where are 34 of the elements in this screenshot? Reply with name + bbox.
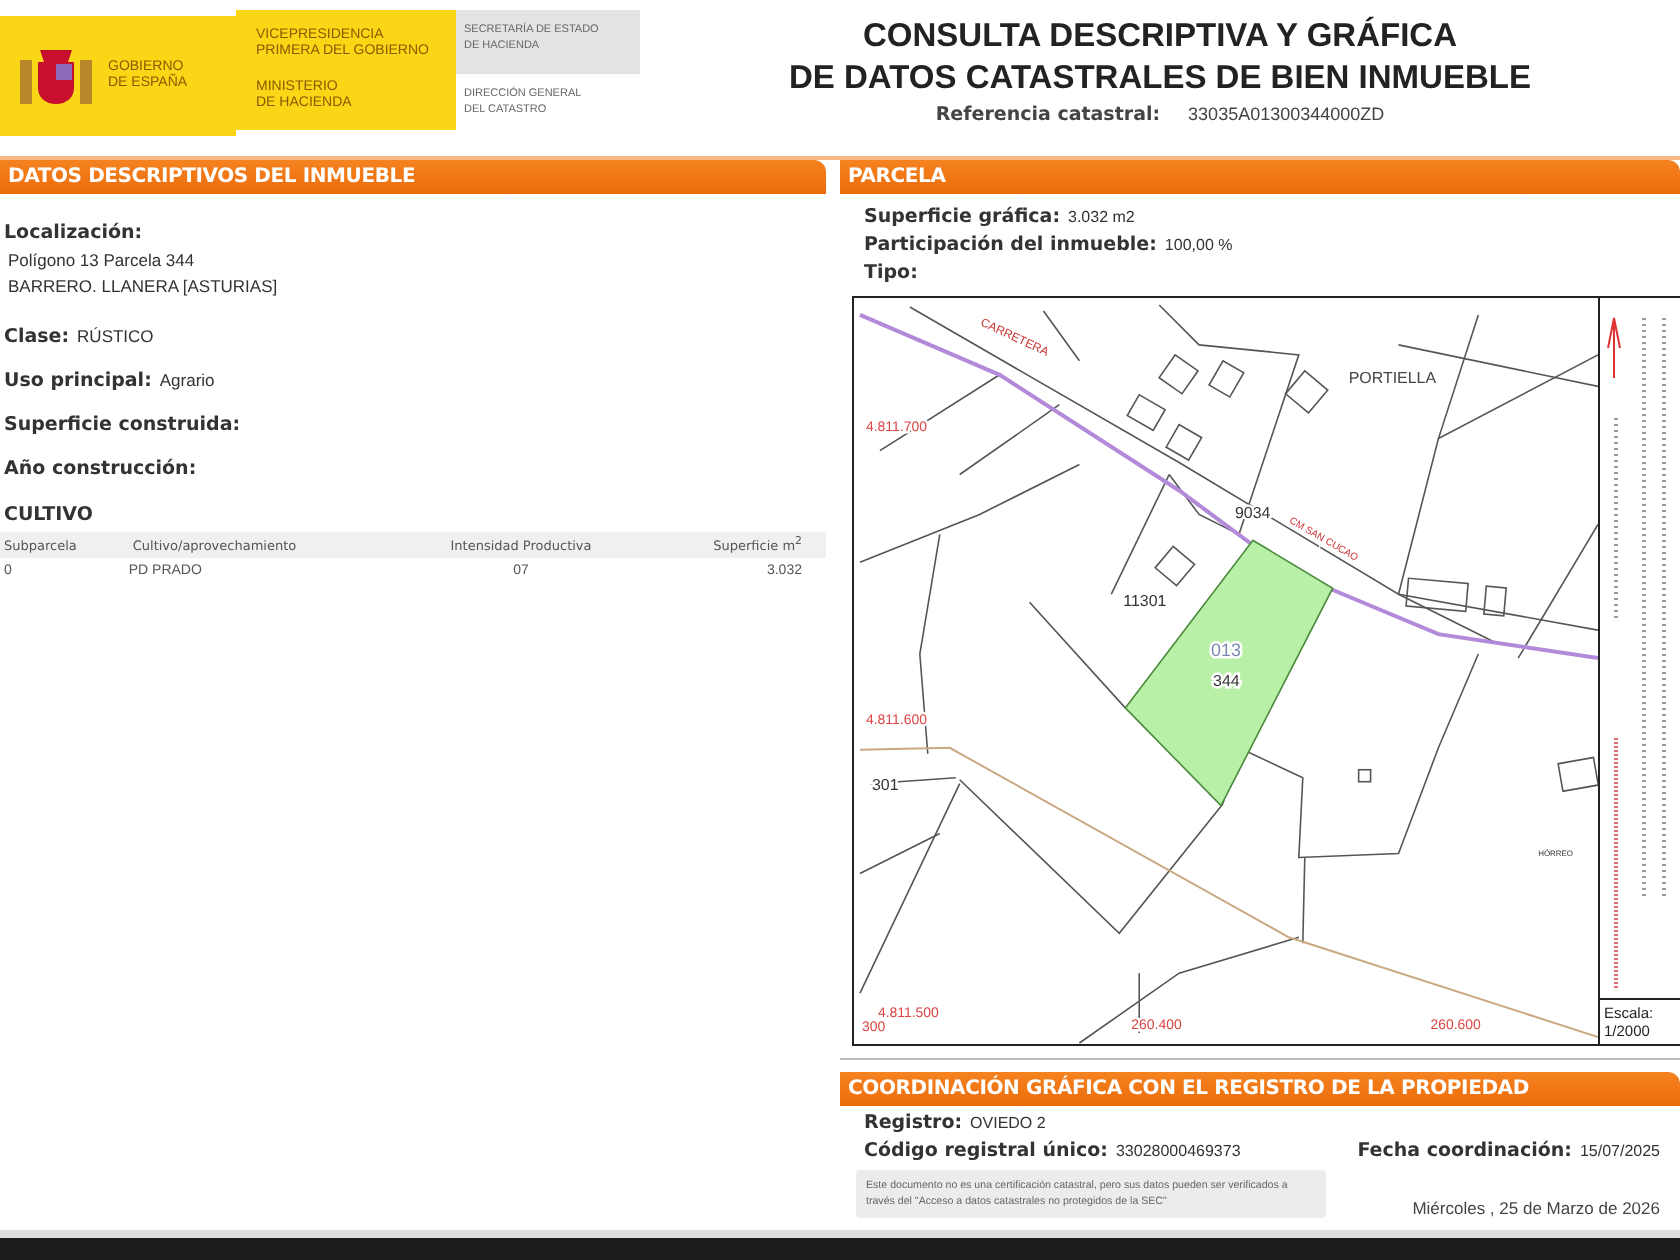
map-label: 013 [1211,640,1241,661]
field-label: Fecha coordinación: [1357,1140,1572,1162]
field-label: Tipo: [864,262,918,284]
reference-label: Referencia catastral: [935,104,1161,126]
field-label: Código registral único: [864,1140,1108,1162]
coat-of-arms-icon [16,44,96,108]
field-label: Participación del inmueble: [864,234,1157,256]
field-label: Superficie construida: [4,414,241,436]
map-label: PORTIELLA [1348,368,1437,387]
address-text: BARRERO. LLANERA [ASTURIAS] [8,276,280,296]
section-header: DATOS DESCRIPTIVOS DEL INMUEBLE [0,160,826,194]
map-label: 11301 [1123,592,1167,611]
field-value: OVIEDO 2 [970,1114,1046,1132]
field-label: Clase: [4,326,70,348]
section-subtitle: CULTIVO [4,504,95,526]
field-label: Uso principal: [4,370,152,392]
map-label: 344 [1213,671,1240,690]
field-value: 3.032 m2 [1068,208,1135,226]
field-value: 33028000469373 [1115,1142,1241,1160]
field-value: RÚSTICO [77,326,154,346]
field-label: Año construcción: [4,458,197,480]
section-header: COORDINACIÓN GRÁFICA CON EL REGISTRO DE LA PROPIEDAD [840,1072,1680,1106]
reference-value: 33035A01300344000ZD [1188,104,1385,126]
section-header: PARCELA [840,160,1680,194]
field-label: Localización: [4,222,145,244]
address-text: Polígono 13 Parcela 344 [8,250,197,270]
document-title: CONSULTA DESCRIPTIVA Y GRÁFICA [862,16,1458,58]
field-label: Registro: [864,1112,963,1134]
field-value: 100,00 % [1164,236,1233,254]
document-date: Miércoles , 25 de Marzo de 2026 [1410,1198,1660,1218]
field-label: Superficie gráfica: [864,206,1060,228]
field-value: 15/07/2025 [1579,1142,1660,1160]
field-value: Agrario [159,370,215,390]
document-title: DE DATOS CATASTRALES DE BIEN INMUEBLE [789,58,1531,100]
